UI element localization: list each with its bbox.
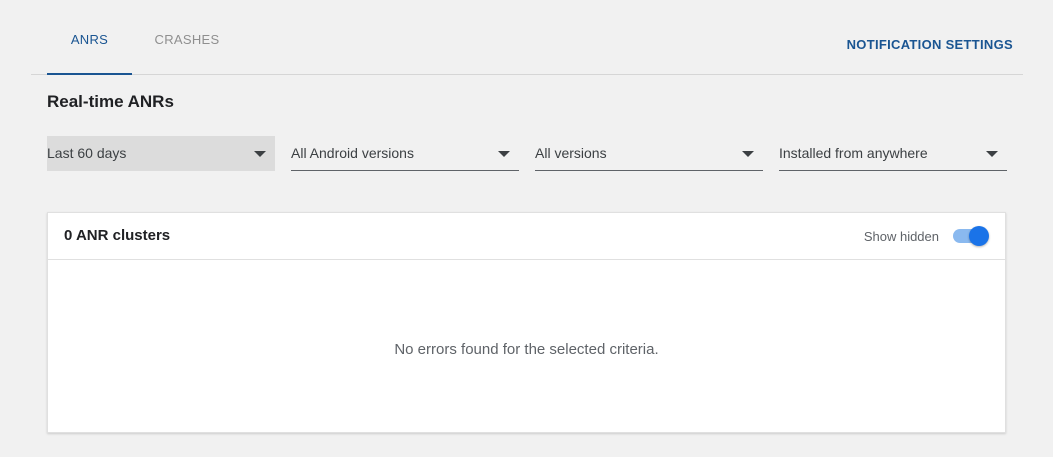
empty-state-message: No errors found for the selected criteri… [394, 341, 659, 358]
page-title: Real-time ANRs [47, 92, 174, 111]
tab-crashes-label: CRASHES [154, 32, 220, 47]
android-version-dropdown-value: All Android versions [291, 145, 414, 161]
arrow-drop-down-icon [742, 151, 754, 157]
install-source-dropdown[interactable]: Installed from anywhere [779, 136, 1007, 171]
page: ANRS CRASHES NOTIFICATION SETTINGS Real-… [0, 0, 1053, 457]
tab-anrs[interactable]: ANRS [47, 0, 132, 75]
app-version-dropdown-value: All versions [535, 145, 607, 161]
card-title: 0 ANR clusters [64, 227, 171, 244]
tab-crashes[interactable]: CRASHES [141, 0, 233, 74]
arrow-drop-down-icon [498, 151, 510, 157]
arrow-drop-down-icon [254, 151, 266, 157]
install-source-dropdown-value: Installed from anywhere [779, 145, 928, 161]
tab-anrs-label: ANRS [70, 32, 109, 47]
toggle-thumb[interactable] [969, 226, 989, 246]
period-dropdown[interactable]: Last 60 days [47, 136, 275, 171]
anr-clusters-card: 0 ANR clusters Show hidden No errors fou… [47, 212, 1006, 433]
show-hidden-toggle[interactable] [953, 226, 989, 246]
android-version-dropdown[interactable]: All Android versions [291, 136, 519, 171]
app-version-dropdown[interactable]: All versions [535, 136, 763, 171]
card-header: 0 ANR clusters Show hidden [48, 213, 1005, 260]
show-hidden-label: Show hidden [863, 229, 939, 244]
period-dropdown-value: Last 60 days [47, 145, 127, 161]
arrow-drop-down-icon [986, 151, 998, 157]
notification-settings-button[interactable]: NOTIFICATION SETTINGS [847, 37, 1013, 52]
